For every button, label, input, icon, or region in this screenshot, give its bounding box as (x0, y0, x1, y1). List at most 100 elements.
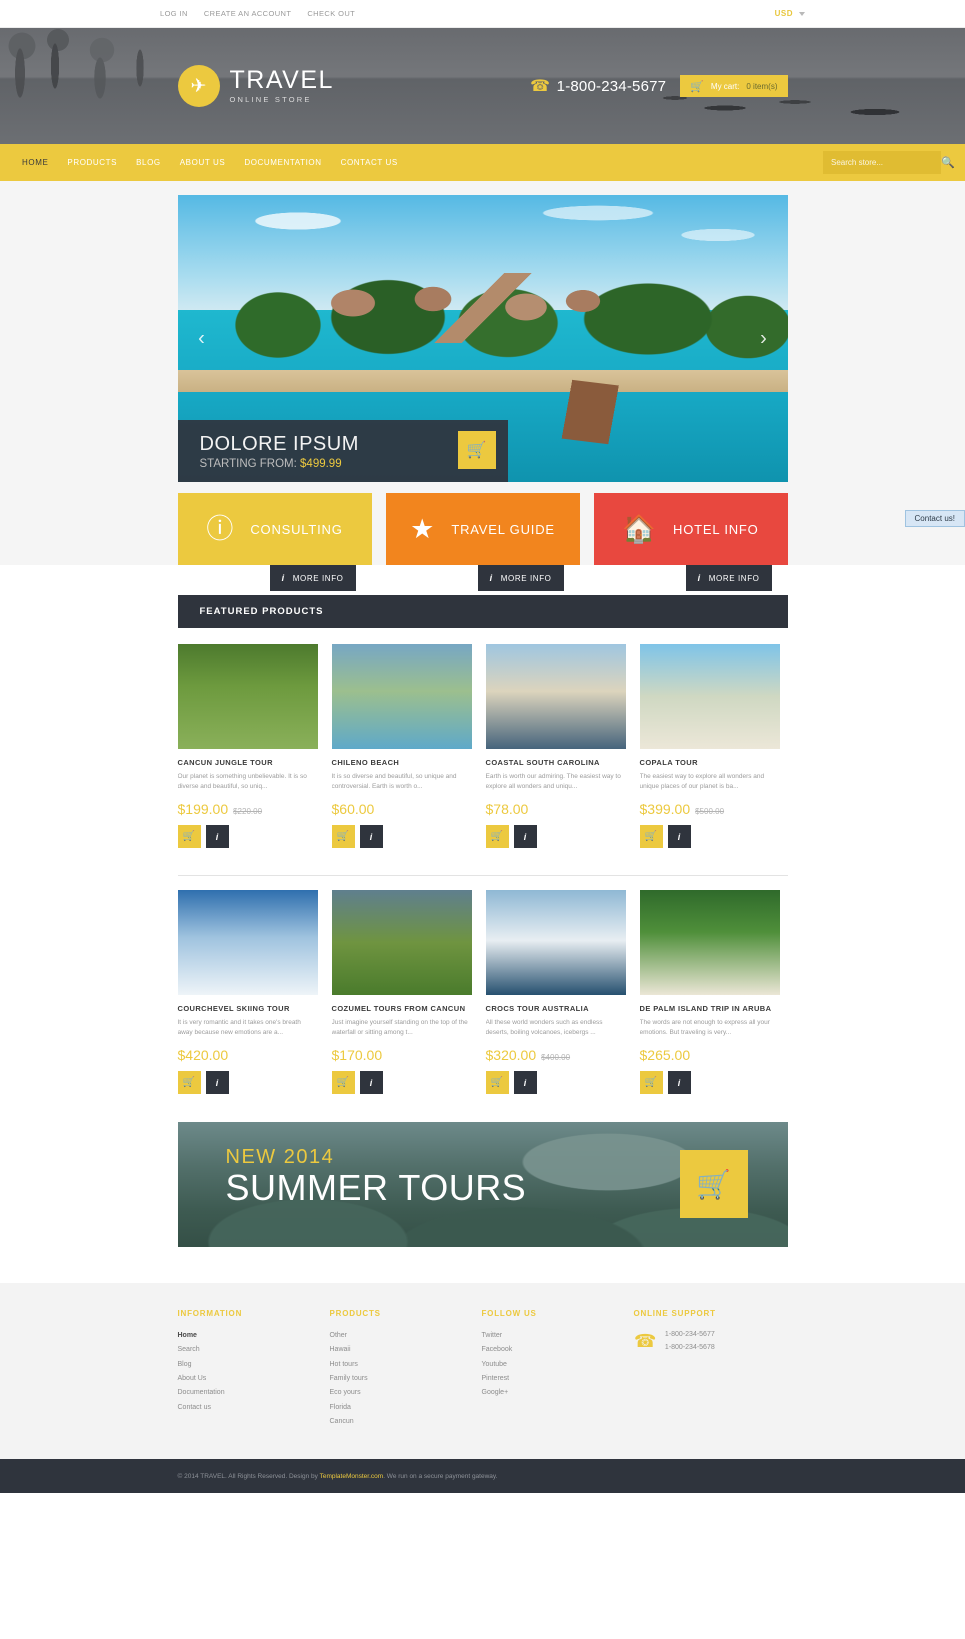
product-description: It is very romantic and it takes one's b… (177, 1019, 301, 1037)
footer-link-about-us[interactable]: About Us (178, 1372, 330, 1386)
product-price: $170.00 (331, 1047, 383, 1063)
search-icon[interactable]: 🔍 (941, 151, 955, 174)
product-description: The words are not enough to express all … (639, 1019, 770, 1037)
footer-link-youtube[interactable]: Youtube (482, 1358, 634, 1372)
site-logo[interactable]: ✈ TRAVEL ONLINE STORE (177, 65, 334, 107)
search-input[interactable] (823, 158, 941, 167)
info-circle-icon: ⓘ (206, 513, 234, 544)
add-to-cart-button[interactable]: 🛒 (485, 825, 509, 848)
footer-link-pinterest[interactable]: Pinterest (482, 1372, 634, 1386)
cart-icon: 🛒 (182, 831, 196, 842)
top-utility-bar: LOG IN CREATE AN ACCOUNT CHECK OUT USD (0, 0, 965, 28)
products-grid: CANCUN JUNGLE TOUR Our planet is somethi… (177, 628, 788, 1094)
product-image[interactable] (331, 890, 472, 995)
product-info-button[interactable]: i (205, 1071, 229, 1094)
chevron-left-icon[interactable]: ‹ (192, 327, 212, 350)
feature-hotel-info[interactable]: 🏠 HOTEL INFO i MORE INFO (593, 493, 788, 591)
product-card[interactable]: COZUMEL TOURS FROM CANCUN Just imagine y… (331, 890, 472, 1094)
footer-link-hot-tours[interactable]: Hot tours (330, 1358, 482, 1372)
templatemonster-link[interactable]: TemplateMonster.com (320, 1473, 384, 1480)
product-price: $399.00 (639, 801, 691, 817)
chevron-right-icon[interactable]: › (754, 327, 774, 350)
product-title: CANCUN JUNGLE TOUR (177, 758, 273, 767)
product-image[interactable] (485, 890, 626, 995)
product-price: $60.00 (331, 801, 375, 817)
nav-item-about-us[interactable]: ABOUT US (180, 158, 226, 167)
product-card[interactable]: COPALA TOUR The easiest way to explore a… (639, 644, 780, 848)
footer-link-florida[interactable]: Florida (330, 1401, 482, 1415)
more-info-button[interactable]: i MORE INFO (269, 565, 356, 591)
product-card[interactable]: CHILENO BEACH It is so diverse and beaut… (331, 644, 472, 848)
add-to-cart-button[interactable]: 🛒 (177, 1071, 201, 1094)
product-info-button[interactable]: i (513, 1071, 537, 1094)
add-to-cart-button[interactable]: 🛒 (331, 1071, 355, 1094)
footer-link-cancun[interactable]: Cancun (330, 1415, 482, 1429)
main-navigation: HOME PRODUCTS BLOG ABOUT US DOCUMENTATIO… (0, 144, 965, 181)
footer-link-contact-us[interactable]: Contact us (178, 1401, 330, 1415)
more-info-button[interactable]: i MORE INFO (477, 565, 564, 591)
product-image[interactable] (331, 644, 472, 749)
footer-link-googleplus[interactable]: Google+ (482, 1386, 634, 1400)
footer-heading: PRODUCTS (329, 1309, 381, 1318)
nav-item-contact-us[interactable]: CONTACT US (341, 158, 398, 167)
more-info-button[interactable]: i MORE INFO (685, 565, 772, 591)
footer-heading: ONLINE SUPPORT (633, 1309, 716, 1318)
product-info-button[interactable]: i (359, 825, 383, 848)
cart-icon: 🛒 (336, 831, 350, 842)
product-info-button[interactable]: i (359, 1071, 383, 1094)
product-image[interactable] (639, 644, 780, 749)
footer-link-eco-yours[interactable]: Eco yours (330, 1386, 482, 1400)
nav-item-documentation[interactable]: DOCUMENTATION (244, 158, 321, 167)
cart-icon: 🛒 (182, 1077, 196, 1088)
add-to-cart-button[interactable]: 🛒 (485, 1071, 509, 1094)
product-card[interactable]: COASTAL SOUTH CAROLINA Earth is worth ou… (485, 644, 626, 848)
chevron-down-icon[interactable] (799, 11, 805, 16)
product-info-button[interactable]: i (513, 825, 537, 848)
footer-link-other[interactable]: Other (330, 1329, 482, 1343)
promo-cart-button[interactable]: 🛒 (679, 1150, 748, 1218)
footer-link-family-tours[interactable]: Family tours (330, 1372, 482, 1386)
footer-link-twitter[interactable]: Twitter (482, 1329, 634, 1343)
nav-item-home[interactable]: HOME (22, 158, 48, 167)
feature-travel-guide[interactable]: ★ TRAVEL GUIDE i MORE INFO (385, 493, 580, 591)
add-to-cart-button[interactable]: 🛒 (331, 825, 355, 848)
product-card[interactable]: CROCS TOUR AUSTRALIA All these world won… (485, 890, 626, 1094)
product-info-button[interactable]: i (667, 825, 691, 848)
feature-consulting[interactable]: ⓘ CONSULTING i MORE INFO (177, 493, 372, 591)
product-image[interactable] (177, 644, 318, 749)
nav-item-products[interactable]: PRODUCTS (67, 158, 117, 167)
slide-cart-button[interactable]: 🛒 (457, 431, 496, 469)
product-card[interactable]: CANCUN JUNGLE TOUR Our planet is somethi… (177, 644, 318, 848)
create-account-link[interactable]: CREATE AN ACCOUNT (204, 9, 292, 18)
footer-link-facebook[interactable]: Facebook (482, 1343, 634, 1357)
nav-item-blog[interactable]: BLOG (136, 158, 161, 167)
add-to-cart-button[interactable]: 🛒 (177, 825, 201, 848)
product-description: It is so diverse and beautiful, so uniqu… (331, 773, 457, 791)
footer-link-blog[interactable]: Blog (178, 1358, 330, 1372)
footer-link-hawaii[interactable]: Hawaii (330, 1343, 482, 1357)
checkout-link[interactable]: CHECK OUT (307, 9, 355, 18)
login-link[interactable]: LOG IN (160, 9, 188, 18)
product-image[interactable] (639, 890, 780, 995)
product-card[interactable]: DE PALM ISLAND TRIP IN ARUBA The words a… (639, 890, 780, 1094)
footer-link-documentation[interactable]: Documentation (178, 1386, 330, 1400)
cart-icon: 🛒 (490, 1077, 504, 1088)
row-divider (177, 875, 788, 876)
product-info-button[interactable]: i (667, 1071, 691, 1094)
cart-icon: 🛒 (696, 1168, 731, 1200)
contact-us-tab[interactable]: Contact us! (904, 510, 965, 527)
product-card[interactable]: COURCHEVEL SKIING TOUR It is very romant… (177, 890, 318, 1094)
product-description: Earth is worth our admiring. The easiest… (485, 773, 621, 791)
footer-link-home[interactable]: Home (178, 1329, 330, 1343)
product-image[interactable] (485, 644, 626, 749)
cart-button[interactable]: 🛒 My cart: 0 item(s) (680, 75, 788, 97)
currency-selector[interactable]: USD (775, 9, 793, 18)
footer-heading: FOLLOW US (481, 1309, 537, 1318)
footer-link-search[interactable]: Search (178, 1343, 330, 1357)
add-to-cart-button[interactable]: 🛒 (639, 825, 663, 848)
home-icon: 🏠 (622, 513, 657, 544)
promo-banner[interactable]: NEW 2014 SUMMER TOURS 🛒 (177, 1122, 788, 1247)
product-info-button[interactable]: i (205, 825, 229, 848)
product-image[interactable] (177, 890, 318, 995)
add-to-cart-button[interactable]: 🛒 (639, 1071, 663, 1094)
